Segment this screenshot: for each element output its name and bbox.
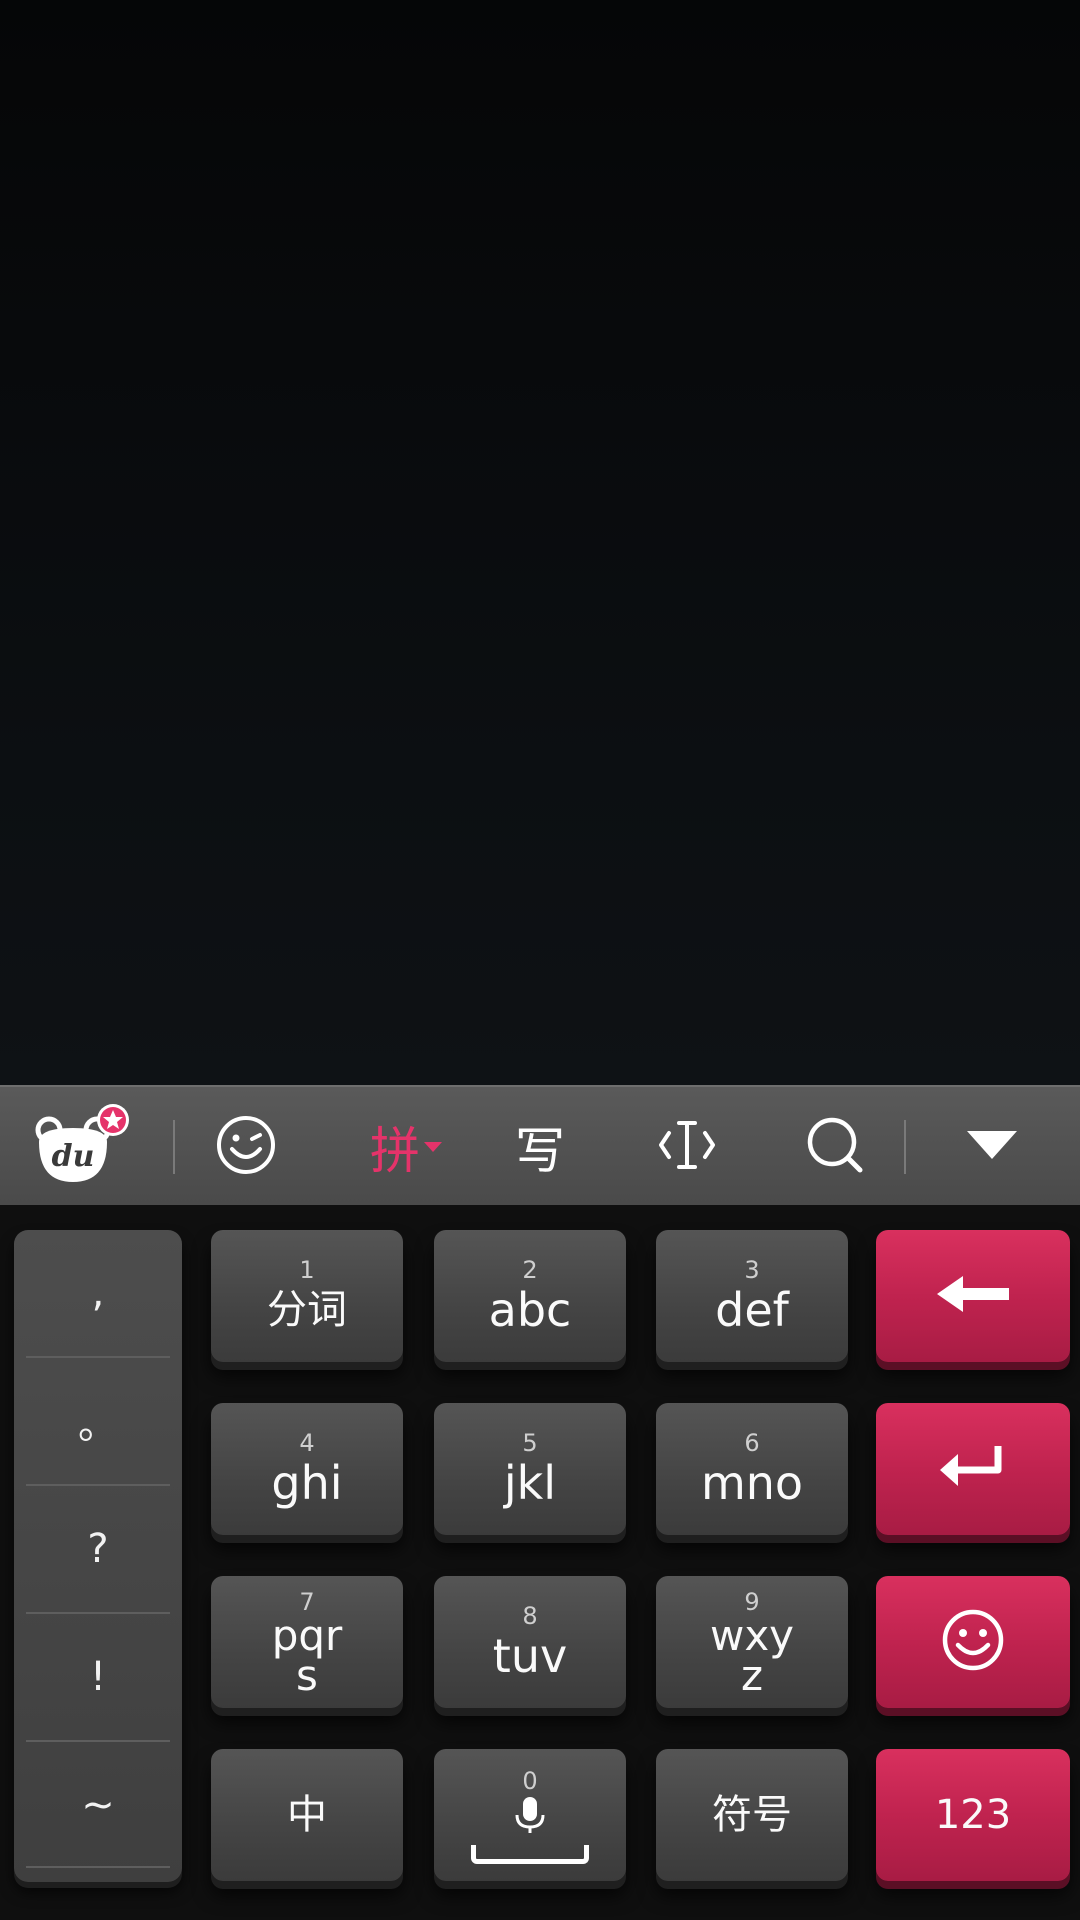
punct-question[interactable]: ? — [26, 1486, 170, 1612]
enter-return-icon — [938, 1442, 1008, 1496]
space-bar-icon — [471, 1844, 589, 1864]
keyboard-toolbar: du 拼 写 — [0, 1085, 1080, 1205]
enter-key[interactable] — [876, 1403, 1070, 1535]
key-8-tuv[interactable]: 8 tuv — [434, 1576, 626, 1708]
backspace-arrow-icon — [933, 1272, 1013, 1320]
handwrite-button[interactable]: 写 — [480, 1087, 600, 1207]
emoji-key[interactable] — [876, 1576, 1070, 1708]
punct-comma[interactable]: , — [26, 1230, 170, 1356]
key-2-abc[interactable]: 2 abc — [434, 1230, 626, 1362]
cursor-move-icon — [655, 1115, 719, 1179]
cursor-move-button[interactable] — [627, 1087, 747, 1207]
microphone-icon — [513, 1795, 547, 1839]
svg-text:du: du — [52, 1139, 95, 1174]
key-1-fenci[interactable]: 1 分词 — [211, 1230, 403, 1362]
symbols-key[interactable]: 符号 — [656, 1749, 848, 1881]
pinyin-mode-button[interactable]: 拼 — [346, 1087, 466, 1207]
triangle-down-icon — [964, 1127, 1020, 1167]
punct-exclaim[interactable]: ! — [26, 1614, 170, 1740]
punct-divider — [26, 1866, 170, 1868]
key-3-def[interactable]: 3 def — [656, 1230, 848, 1362]
hide-keyboard-button[interactable] — [932, 1087, 1052, 1207]
search-icon — [803, 1113, 867, 1181]
key-7-pqrs[interactable]: 7 pqr s — [211, 1576, 403, 1708]
space-voice-key[interactable]: 0 — [434, 1749, 626, 1881]
toolbar-divider — [173, 1120, 175, 1174]
smiley-icon — [940, 1607, 1006, 1677]
du-bear-logo-icon: du — [27, 1100, 137, 1194]
du-logo-button[interactable]: du — [22, 1087, 142, 1207]
keyboard: , 。 ? ! ~ 1 分词 2 abc 3 def 4 ghi 5 jkl 6… — [0, 1205, 1080, 1920]
backspace-key[interactable] — [876, 1230, 1070, 1362]
number-mode-key[interactable]: 123 — [876, 1749, 1070, 1881]
punctuation-column[interactable]: , 。 ? ! ~ — [14, 1230, 182, 1882]
smiley-wink-icon — [214, 1113, 278, 1181]
key-5-jkl[interactable]: 5 jkl — [434, 1403, 626, 1535]
punct-period[interactable]: 。 — [26, 1358, 170, 1484]
emoji-button[interactable] — [186, 1087, 306, 1207]
key-9-wxyz[interactable]: 9 wxy z — [656, 1576, 848, 1708]
toolbar-divider — [904, 1120, 906, 1174]
app-content-area — [0, 0, 1080, 1085]
handwrite-icon: 写 — [515, 1122, 565, 1180]
search-button[interactable] — [775, 1087, 895, 1207]
dropdown-caret-icon — [424, 1142, 442, 1152]
pinyin-label: 拼 — [370, 1122, 420, 1180]
chinese-switch-key[interactable]: 中 — [211, 1749, 403, 1881]
key-4-ghi[interactable]: 4 ghi — [211, 1403, 403, 1535]
punct-tilde[interactable]: ~ — [26, 1742, 170, 1868]
key-6-mno[interactable]: 6 mno — [656, 1403, 848, 1535]
